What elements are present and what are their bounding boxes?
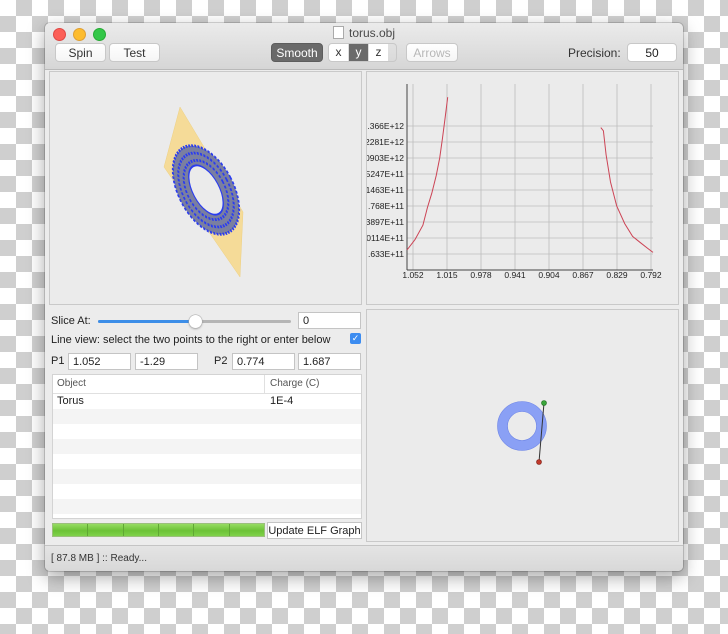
app-window: torus.obj Spin Test Smooth x y z Arrows … — [45, 23, 683, 571]
test-button[interactable]: Test — [109, 43, 160, 62]
table-row[interactable]: Torus 1E-4 — [53, 394, 361, 409]
x-tick-label: 1.015 — [436, 270, 458, 280]
status-bar: [ 87.8 MB ] :: Ready... — [45, 545, 683, 571]
x-tick-label: 0.941 — [504, 270, 526, 280]
progress-segment — [53, 524, 89, 536]
p1-y-field[interactable]: -1.29 — [135, 353, 198, 370]
elf-line-chart: .633E+11 0114E+11 3897E+11 .768E+11 1463E+11… — [365, 84, 662, 280]
3d-scene — [163, 106, 244, 278]
p2-y-field[interactable]: 1.687 — [298, 353, 361, 370]
x-tick-label: 1.052 — [402, 270, 424, 280]
ring-inner-edge — [507, 411, 537, 441]
line-view-label: Line view: select the two points to the … — [51, 334, 331, 346]
y-tick-label: 0114E+11 — [367, 233, 404, 243]
x-tick-label: 0.792 — [640, 270, 662, 280]
slice-controls: Slice At: 0 Line view: select the two po… — [49, 309, 362, 542]
p1-label: P1 — [51, 355, 65, 367]
axis-z-button[interactable]: z — [369, 44, 388, 61]
status-text: [ 87.8 MB ] :: Ready... — [51, 553, 147, 564]
p2-x-field[interactable]: 0.774 — [232, 353, 295, 370]
y-tick-label: 5247E+11 — [367, 169, 404, 179]
progress-segment — [158, 524, 195, 536]
empty-table-row — [53, 424, 361, 439]
title-bar: torus.obj Spin Test Smooth x y z Arrows … — [45, 23, 683, 70]
x-tick-label: 0.867 — [572, 270, 594, 280]
slice-at-label: Slice At: — [51, 315, 91, 327]
object-name-cell: Torus — [57, 395, 84, 407]
progress-segment — [88, 524, 124, 536]
y-tick-label: 3897E+11 — [367, 217, 404, 227]
document-icon — [332, 26, 344, 39]
elf-chart-panel: .633E+11 0114E+11 3897E+11 .768E+11 1463E+11… — [365, 71, 679, 305]
p1-x-field[interactable]: 1.052 — [68, 353, 131, 370]
progress-segment — [123, 524, 159, 536]
precision-field[interactable]: 50 — [627, 43, 677, 62]
progress-segment — [229, 524, 264, 536]
slice-slider-fill — [98, 320, 195, 323]
y-tick-label: .366E+12 — [367, 121, 404, 131]
progress-bar — [52, 523, 265, 537]
empty-table-row — [53, 409, 361, 424]
column-header-object[interactable]: Object — [53, 375, 265, 393]
p2-label: P2 — [214, 355, 228, 367]
empty-table-row — [53, 484, 361, 499]
line-view-checkbox[interactable]: ✓ — [350, 333, 361, 344]
update-elf-graph-button[interactable]: Update ELF Graph — [267, 522, 362, 539]
p1-point-handle[interactable] — [536, 459, 542, 465]
column-header-charge[interactable]: Charge (C) — [265, 375, 319, 393]
2d-scene — [497, 400, 547, 465]
empty-table-row — [53, 439, 361, 454]
precision-label: Precision: — [568, 46, 621, 60]
2d-slice-view[interactable] — [366, 309, 679, 542]
p2-point-handle[interactable] — [541, 400, 547, 406]
slice-slider-thumb[interactable] — [188, 315, 202, 328]
spin-button[interactable]: Spin — [55, 43, 106, 62]
axis-x-button[interactable]: x — [329, 44, 349, 61]
slice-slider[interactable] — [98, 315, 291, 328]
window-title: torus.obj — [45, 26, 683, 40]
charge-cell[interactable]: 1E-4 — [265, 394, 293, 409]
y-tick-label: .633E+11 — [368, 249, 404, 259]
smooth-toggle[interactable]: Smooth — [271, 43, 323, 62]
arrows-button[interactable]: Arrows — [406, 43, 458, 62]
slice-value-field[interactable]: 0 — [298, 312, 361, 329]
3d-viewport[interactable] — [49, 71, 362, 305]
checkmark-icon: ✓ — [351, 333, 360, 343]
empty-table-row — [53, 454, 361, 469]
y-tick-label: 0903E+12 — [367, 153, 404, 163]
empty-table-row — [53, 499, 361, 514]
y-tick-label: 2281E+12 — [367, 137, 404, 147]
x-tick-label: 0.978 — [470, 270, 492, 280]
table-header: Object Charge (C) — [53, 375, 361, 394]
axis-segmented-control: x y z — [328, 43, 397, 62]
empty-table-row — [53, 469, 361, 484]
axis-y-button[interactable]: y — [349, 44, 369, 61]
progress-segment — [194, 524, 230, 536]
progress-fill — [53, 524, 264, 536]
x-tick-label: 0.904 — [538, 270, 560, 280]
y-tick-label: 1463E+11 — [367, 185, 404, 195]
window-title-text: torus.obj — [348, 26, 396, 40]
x-tick-label: 0.829 — [606, 270, 628, 280]
y-tick-label: .768E+11 — [368, 201, 404, 211]
objects-table: Object Charge (C) Torus 1E-4 — [52, 374, 362, 519]
torus-cross-section-ring — [497, 401, 547, 451]
